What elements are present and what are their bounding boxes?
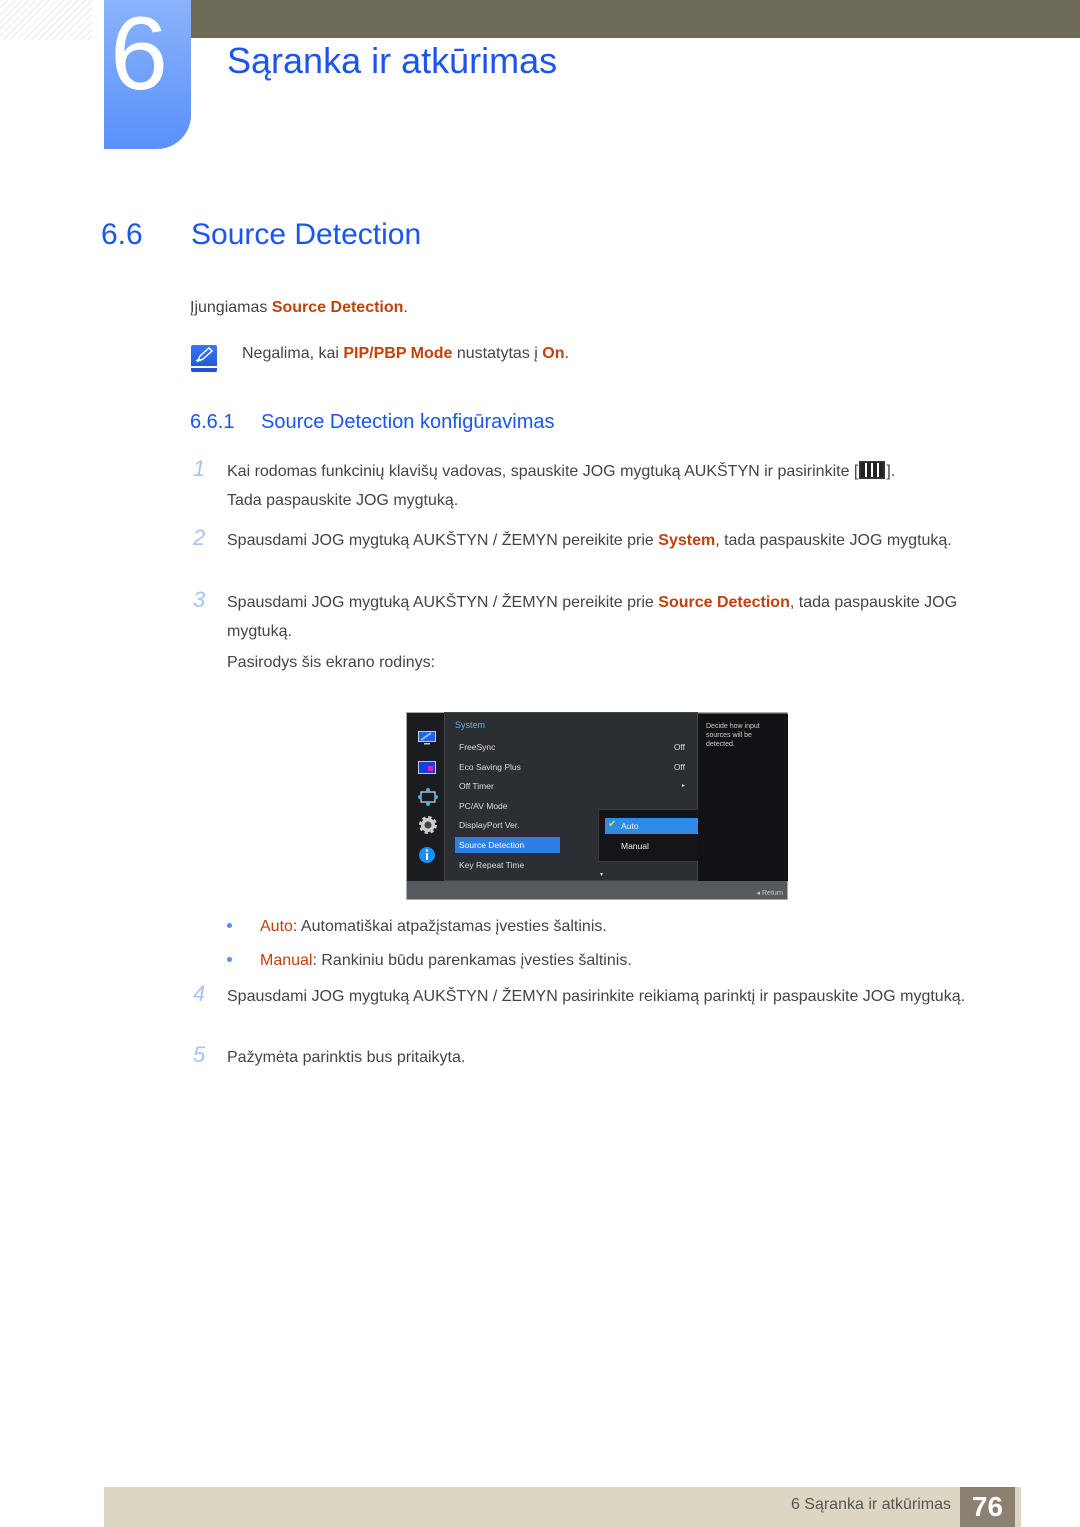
step-1: Kai rodomas funkcinių klavišų vadovas, s… xyxy=(227,457,1007,515)
osd-item-label: Source Detection xyxy=(459,840,525,850)
osd-item-label: Key Repeat Time xyxy=(459,860,525,870)
footer-chapter-title: 6 Sąranka ir atkūrimas xyxy=(790,1496,951,1513)
pip-icon xyxy=(418,761,436,774)
note-middle: nustatytas į xyxy=(452,345,543,362)
note-highlight-on: On xyxy=(542,345,565,362)
page-number: 76 xyxy=(960,1487,1015,1527)
note-highlight-mode: PIP/PBP Mode xyxy=(343,345,453,362)
bullet-icon xyxy=(227,957,232,962)
step-text: Spausdami JOG mygtuką AUKŠTYN / ŽEMYN pe… xyxy=(227,594,659,611)
chapter-title: Sąranka ir atkūrimas xyxy=(227,40,558,81)
section-heading: 6.6 Source Detection xyxy=(101,218,421,252)
osd-return-button[interactable]: ◂ Return xyxy=(757,889,783,897)
step-number: 5 xyxy=(193,1042,206,1067)
option-auto: Auto: Automatiškai atpažįstamas įvesties… xyxy=(227,918,607,936)
note-suffix: . xyxy=(564,345,569,362)
checkmark-icon: ✔ xyxy=(608,819,617,830)
step-text: , tada paspauskite JOG mygtuką. xyxy=(715,532,952,549)
picture-icon xyxy=(418,731,436,745)
osd-item-label: FreeSync xyxy=(459,742,496,752)
osd-menu-panel: System FreeSync Off Eco Saving Plus Off Of… xyxy=(444,712,728,881)
osd-icon-bar xyxy=(407,713,444,881)
note-pencil-icon xyxy=(191,345,217,372)
osd-info-text: Decide how input sources will be detecte… xyxy=(706,723,760,748)
intro-highlight: Source Detection xyxy=(271,299,404,316)
section-title: Source Detection xyxy=(191,218,422,251)
step-5: Pažymėta parinktis bus pritaikyta. xyxy=(227,1049,466,1066)
subsection-title: Source Detection konfigūravimas xyxy=(261,411,555,433)
step-number: 1 xyxy=(193,456,206,481)
note-paragraph: Negalima, kai PIP/PBP Mode nustatytas į … xyxy=(242,345,569,363)
osd-menu-item[interactable]: FreeSync Off xyxy=(455,739,693,755)
subsection-heading: 6.6.1 Source Detection konfigūravimas xyxy=(190,411,554,434)
system-gear-icon xyxy=(419,816,437,834)
header-hatch-decoration xyxy=(0,0,92,40)
subsection-number: 6.6.1 xyxy=(190,411,235,433)
chapter-tab: 6 xyxy=(104,0,191,149)
bullet-icon xyxy=(227,923,232,928)
osd-info-panel: Decide how input sources will be detecte… xyxy=(698,714,788,881)
menu-icon xyxy=(859,461,886,479)
step-text: Spausdami JOG mygtuką AUKŠTYN / ŽEMYN pe… xyxy=(227,532,659,549)
option-name: Auto xyxy=(260,918,293,935)
option-desc: : Rankiniu būdu parenkamas įvesties šalt… xyxy=(312,952,632,969)
osd-item-label: DisplayPort Ver. xyxy=(459,820,520,830)
chapter-number: 6 xyxy=(110,0,168,112)
step-highlight: System xyxy=(658,532,716,549)
osd-menu-item[interactable]: Off Timer ▸ xyxy=(455,778,693,794)
intro-suffix: . xyxy=(403,299,408,316)
osd-option-label: Auto xyxy=(621,821,639,831)
osd-menu-item-selected[interactable]: Source Detection xyxy=(455,837,560,853)
step-3: Spausdami JOG mygtuką AUKŠTYN / ŽEMYN pe… xyxy=(227,588,1007,646)
scroll-down-icon: ▾ xyxy=(600,872,604,878)
osd-item-arrow-icon: ▸ xyxy=(681,783,685,789)
osd-menu-item[interactable]: Eco Saving Plus Off xyxy=(455,759,693,775)
step-3-after: Pasirodys šis ekrano rodinys: xyxy=(227,654,436,671)
osd-item-label: Off Timer xyxy=(459,781,494,791)
note-text: Negalima, kai xyxy=(242,345,344,362)
step-text: Kai rodomas funkcinių klavišų vadovas, s… xyxy=(227,463,859,480)
section-number: 6.6 xyxy=(101,218,143,251)
step-text: ]. xyxy=(886,463,896,480)
info-icon xyxy=(419,847,435,863)
intro-text: Įjungiamas xyxy=(190,299,272,316)
header-bar xyxy=(190,0,1080,38)
osd-item-label: PC/AV Mode xyxy=(459,801,508,811)
step-number: 4 xyxy=(193,981,206,1006)
option-manual: Manual: Rankiniu būdu parenkamas įvestie… xyxy=(227,952,632,970)
step-highlight: Source Detection xyxy=(658,594,790,611)
page-footer: 6 Sąranka ir atkūrimas 76 xyxy=(104,1487,1021,1527)
osd-screenshot: System FreeSync Off Eco Saving Plus Off Of… xyxy=(406,712,788,900)
osd-item-value: Off xyxy=(673,742,685,752)
step-text: Tada paspauskite JOG mygtuką. xyxy=(227,492,459,509)
step-4: Spausdami JOG mygtuką AUKŠTYN / ŽEMYN pa… xyxy=(227,988,966,1005)
osd-item-label: Eco Saving Plus xyxy=(459,762,521,772)
option-desc: : Automatiškai atpažįstamas įvesties šal… xyxy=(292,918,607,935)
step-2: Spausdami JOG mygtuką AUKŠTYN / ŽEMYN pe… xyxy=(227,526,1007,555)
osd-menu-title: System xyxy=(455,720,486,730)
osd-item-value: Off xyxy=(673,762,685,772)
position-icon xyxy=(418,788,438,806)
osd-option-label: Manual xyxy=(621,841,649,851)
step-number: 2 xyxy=(193,525,206,550)
option-name: Manual xyxy=(260,952,313,969)
step-number: 3 xyxy=(193,587,206,612)
intro-paragraph: Įjungiamas Source Detection. xyxy=(190,299,408,317)
